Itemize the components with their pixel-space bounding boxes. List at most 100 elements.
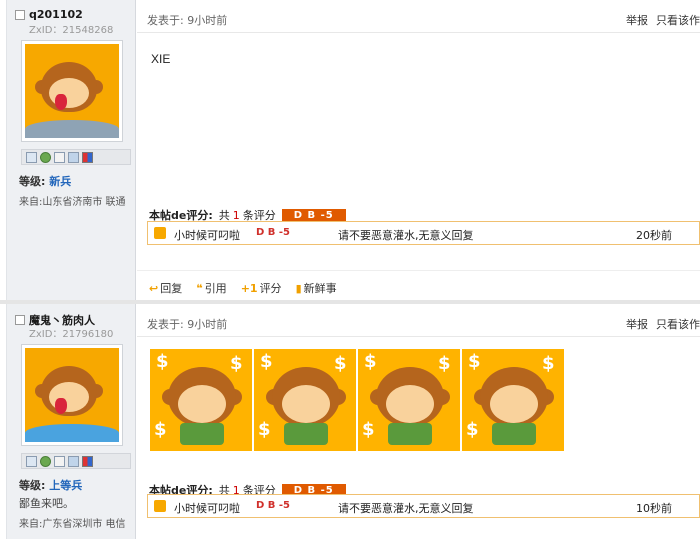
mouth <box>55 94 67 110</box>
money <box>180 423 224 445</box>
rating-time: 20秒前 <box>636 229 672 242</box>
fresh-label[interactable]: 新鲜事 <box>304 280 337 296</box>
user-action-icons <box>21 453 131 469</box>
monkey-avatar-image <box>25 348 119 442</box>
divider <box>137 32 700 33</box>
post-actions: ↩ 回复 ❝ 引用 +1 评分 ▮ 新鲜事 <box>149 280 337 296</box>
fresh-button[interactable]: ▮ 新鲜事 <box>296 280 337 296</box>
fresh-icon: ▮ <box>295 281 302 295</box>
user-level: 等级: 新兵 <box>19 173 71 189</box>
post-main: 发表于: 9小时前 举报 只看该作 $ $ $ $ $ $ $ $ $ $ $ … <box>137 304 700 539</box>
user-action-icons <box>21 149 131 165</box>
user-signature: 鄙鱼来吧。 <box>19 497 74 510</box>
select-checkbox[interactable] <box>15 315 25 325</box>
dollar-icon: $ <box>156 351 169 372</box>
money <box>284 423 328 445</box>
avatar[interactable] <box>21 344 123 446</box>
user-sidebar: q201102 ZxID：21548268 等级: 新兵 来自:山东省济南市 联… <box>6 0 136 300</box>
rater-avatar-icon <box>154 500 166 512</box>
add-friend-icon[interactable] <box>40 151 51 163</box>
avatar[interactable] <box>21 40 123 142</box>
user-sidebar: 魔鬼丶筋肉人 ZxID：21796180 等级: 上等兵 鄙鱼来吧。 来自:广东… <box>6 304 136 539</box>
only-author-link[interactable]: 只看该作 <box>656 318 700 331</box>
dollar-icon: $ <box>334 353 347 374</box>
face <box>490 385 538 423</box>
monkey-avatar-image <box>25 44 119 138</box>
reply-button[interactable]: ↩ 回复 <box>149 280 182 296</box>
zxid: ZxID：21796180 <box>29 329 114 340</box>
select-checkbox[interactable] <box>15 9 25 20</box>
rock <box>25 120 119 138</box>
rating-score: D B -5 <box>256 227 290 238</box>
post-ops: 举报 只看该作 <box>618 316 700 332</box>
face <box>386 385 434 423</box>
level-value[interactable]: 新兵 <box>49 175 71 188</box>
dollar-icon: $ <box>230 353 243 374</box>
zxid: ZxID：21548268 <box>29 25 114 36</box>
blocks-icon[interactable] <box>82 151 93 163</box>
rating-reason: 请不要恶意灌水,无意义回复 <box>338 229 474 242</box>
message-icon[interactable] <box>26 151 37 163</box>
dollar-icon: $ <box>466 419 479 440</box>
username[interactable]: q201102 <box>15 8 83 21</box>
water <box>25 424 119 442</box>
face <box>178 385 226 423</box>
rating-count: 1 <box>232 208 240 222</box>
add-friend-icon[interactable] <box>40 455 51 467</box>
username-text[interactable]: q201102 <box>29 8 83 21</box>
user-level: 等级: 上等兵 <box>19 477 82 493</box>
post-content: XIE <box>151 52 171 66</box>
reply-icon: ↩ <box>149 281 159 295</box>
homepage-icon[interactable] <box>68 151 79 163</box>
dollar-icon: $ <box>258 419 271 440</box>
money <box>492 423 536 445</box>
user-location: 来自:广东省深圳市 电信 <box>19 519 126 530</box>
money <box>388 423 432 445</box>
blocks-icon[interactable] <box>82 455 93 467</box>
money-monkey-image[interactable]: $ $ $ <box>462 349 564 451</box>
rater-avatar-icon <box>154 227 166 239</box>
post-main: 发表于: 9小时前 举报 只看该作 XIE 本帖de评分: 共 1 条评分 D B… <box>137 0 700 300</box>
dollar-icon: $ <box>362 419 375 440</box>
level-label: 等级: <box>19 175 46 188</box>
post-2: 魔鬼丶筋肉人 ZxID：21796180 等级: 上等兵 鄙鱼来吧。 来自:广东… <box>0 300 700 539</box>
dollar-icon: $ <box>438 353 451 374</box>
quote-icon: ❝ <box>196 281 203 295</box>
rater-name[interactable]: 小时候可叼啦 <box>174 227 240 243</box>
dollar-icon: $ <box>260 351 273 372</box>
divider <box>137 270 700 271</box>
money-monkey-image[interactable]: $ $ $ <box>150 349 252 451</box>
dollar-icon: $ <box>364 351 377 372</box>
quote-button[interactable]: ❝ 引用 <box>196 280 226 296</box>
homepage-icon[interactable] <box>68 455 79 467</box>
post-images: $ $ $ $ $ $ $ $ $ $ $ $ <box>150 349 564 451</box>
profile-icon[interactable] <box>54 151 65 163</box>
money-monkey-image[interactable]: $ $ $ <box>358 349 460 451</box>
reply-label[interactable]: 回复 <box>160 280 182 296</box>
rating-score: D B -5 <box>256 500 290 511</box>
message-icon[interactable] <box>26 455 37 467</box>
post-ops: 举报 只看该作 <box>618 12 700 28</box>
rate-icon: +1 <box>240 281 258 295</box>
user-location: 来自:山东省济南市 联通 <box>19 197 126 208</box>
dollar-icon: $ <box>154 419 167 440</box>
rater-name[interactable]: 小时候可叼啦 <box>174 500 240 516</box>
quote-label[interactable]: 引用 <box>205 280 227 296</box>
dollar-icon: $ <box>468 351 481 372</box>
rate-button[interactable]: +1 评分 <box>241 280 282 296</box>
money-monkey-image[interactable]: $ $ $ <box>254 349 356 451</box>
post-time: 发表于: 9小时前 <box>147 318 228 331</box>
rating-badge: D B -5 <box>281 208 346 222</box>
report-link[interactable]: 举报 <box>626 318 648 331</box>
level-label: 等级: <box>19 479 46 492</box>
rate-label[interactable]: 评分 <box>260 280 282 296</box>
post-time: 发表于: 9小时前 <box>147 14 228 27</box>
profile-icon[interactable] <box>54 455 65 467</box>
level-value[interactable]: 上等兵 <box>49 479 82 492</box>
rating-row: 小时候可叼啦 D B -5 请不要恶意灌水,无意义回复 20秒前 <box>147 221 700 245</box>
divider <box>137 336 700 337</box>
report-link[interactable]: 举报 <box>626 14 648 27</box>
post-1: q201102 ZxID：21548268 等级: 新兵 来自:山东省济南市 联… <box>0 0 700 300</box>
only-author-link[interactable]: 只看该作 <box>656 14 700 27</box>
face <box>282 385 330 423</box>
